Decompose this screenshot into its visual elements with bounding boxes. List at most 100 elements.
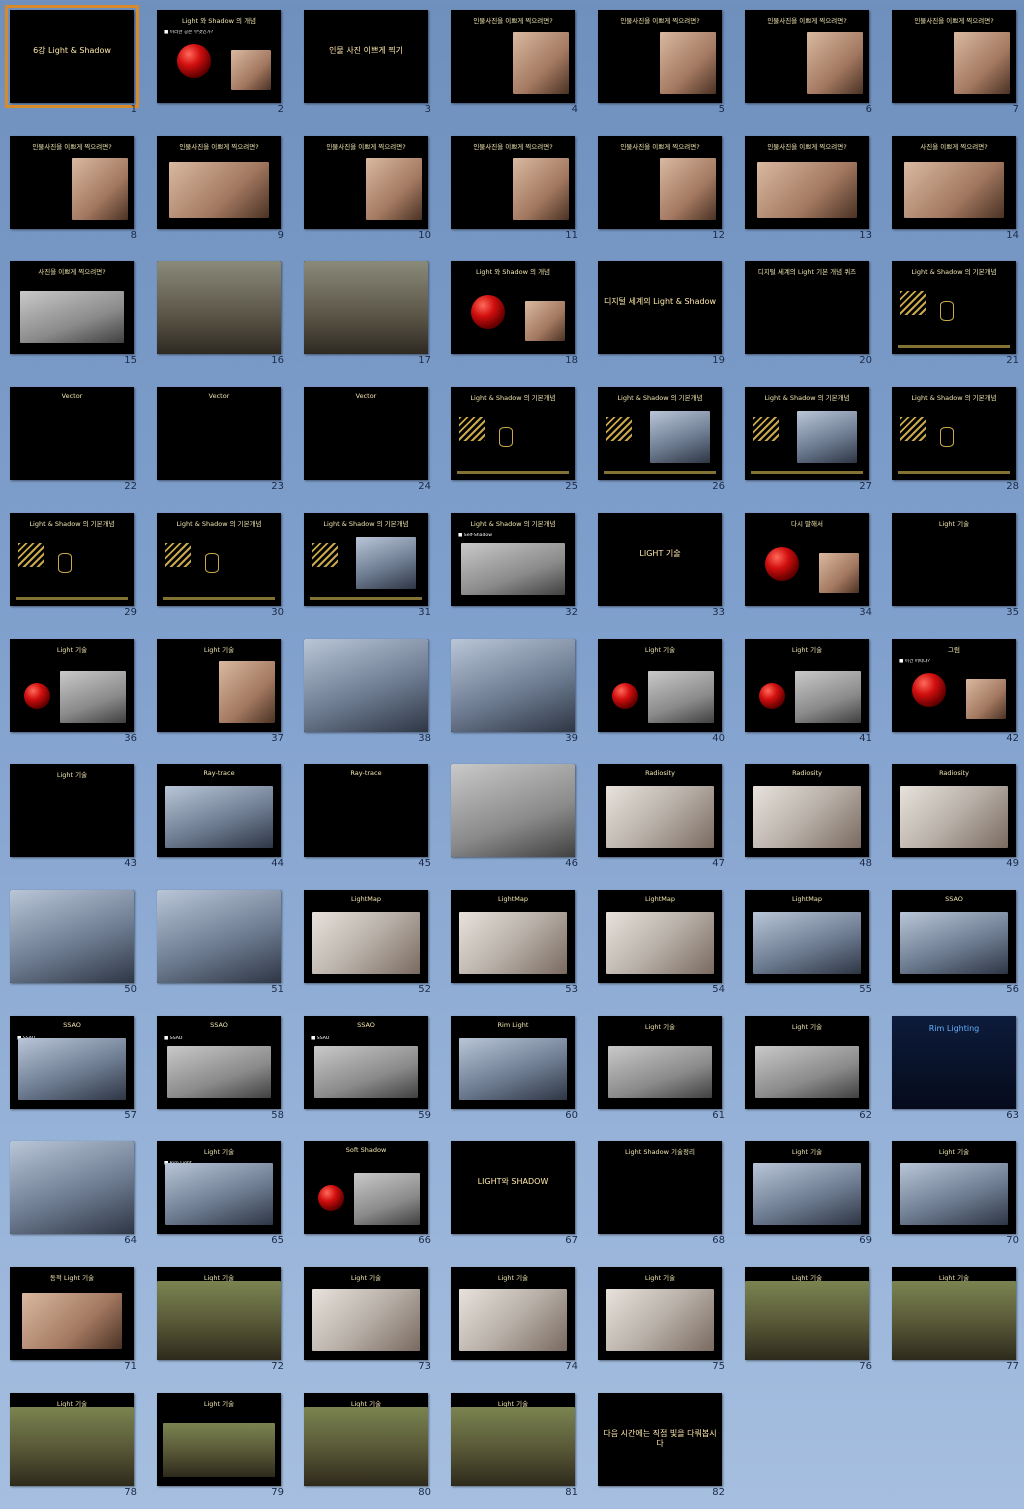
slide-thumbnail[interactable]: 사진을 이쁘게 찍으려면?	[10, 261, 134, 355]
slide-title: Vector	[355, 392, 377, 401]
slide-thumbnail[interactable]: Light Shadow 기술정리	[598, 1141, 722, 1235]
slide-thumbnail[interactable]: 동적 Light 기술	[10, 1267, 134, 1360]
slide-thumbnail[interactable]: 사진을 이쁘게 찍으려면?	[892, 135, 1016, 229]
slide-cell: 50	[0, 880, 147, 1005]
slide-thumbnail[interactable]: 인물사진을 이쁘게 찍으려면?	[745, 10, 869, 103]
slide-number: 73	[418, 1361, 431, 1372]
slide-thumbnail[interactable]: Light & Shadow 의 기본개념	[598, 387, 722, 481]
slide-thumbnail[interactable]: Ray-trace	[157, 764, 281, 858]
slide-thumbnail[interactable]: Light & Shadow 의 기본개념	[892, 261, 1016, 355]
slide-thumbnail[interactable]: Light & Shadow 의 기본개념	[451, 387, 575, 481]
render-image	[354, 1173, 420, 1226]
red-ball-image	[765, 546, 799, 581]
slide-sorter-grid: 6강 Light & Shadow 1 Light 와 Shadow 의 개념 ■ 이…	[0, 0, 1024, 1509]
slide-thumbnail[interactable]: SSAO■ SSAO	[157, 1015, 281, 1109]
slide-thumbnail[interactable]	[10, 889, 134, 983]
slide-thumbnail[interactable]: Rim Lighting	[892, 1015, 1016, 1109]
slide-thumbnail[interactable]: SSAO■ SSAO	[304, 1015, 428, 1109]
slide-thumbnail[interactable]: Light 기술	[598, 1015, 722, 1109]
slide-thumbnail[interactable]: Light 기술	[892, 1141, 1016, 1235]
slide-thumbnail[interactable]: Light 기술	[598, 1267, 722, 1360]
slide-thumbnail[interactable]: 디지털 세계의 Light & Shadow	[598, 261, 722, 355]
slide-thumbnail[interactable]: Light 기술	[451, 1392, 575, 1486]
slide-thumbnail[interactable]: Light 기술	[892, 1267, 1016, 1360]
slide-thumbnail[interactable]: 인물사진을 이쁘게 찍으려면?	[451, 135, 575, 229]
slide-thumbnail[interactable]: Vector	[10, 387, 134, 481]
slide-thumbnail[interactable]: Light 기술	[10, 764, 134, 858]
slide-thumbnail[interactable]: Light & Shadow 의 기본개념	[157, 512, 281, 606]
slide-thumbnail[interactable]: Light & Shadow 의 기본개념	[892, 387, 1016, 481]
slide-thumbnail[interactable]: Light 기술	[745, 1015, 869, 1109]
slide-number: 4	[571, 104, 578, 115]
slide-thumbnail[interactable]: SSAO■ SSAO	[10, 1015, 134, 1109]
slide-thumbnail[interactable]: 다음 시간에는 직접 빛을 다뤄봅시다	[598, 1392, 722, 1486]
slide-thumbnail[interactable]: Light 기술	[892, 512, 1016, 606]
slide-thumbnail[interactable]: Light 기술	[304, 1267, 428, 1360]
slide-thumbnail[interactable]	[157, 889, 281, 983]
slide-number: 77	[1006, 1361, 1019, 1372]
slide-thumbnail[interactable]: 다시 말해서	[745, 512, 869, 606]
slide-thumbnail[interactable]: Vector	[157, 387, 281, 481]
slide-thumbnail[interactable]: LIGHT와 SHADOW	[451, 1141, 575, 1235]
slide-thumbnail[interactable]: Light & Shadow 의 기본개념	[304, 512, 428, 606]
slide-number: 40	[712, 732, 725, 744]
slide-thumbnail[interactable]: Light & Shadow 의 기본개념	[745, 387, 869, 481]
slide-thumbnail[interactable]: Light 기술	[304, 638, 428, 732]
slide-thumbnail[interactable]: Light 기술	[10, 1392, 134, 1486]
slide-number: 33	[712, 606, 725, 618]
slide-thumbnail[interactable]: Light 기술	[451, 1267, 575, 1360]
slide-thumbnail[interactable]: 6강 Light & Shadow	[5, 5, 139, 108]
slide-thumbnail[interactable]: Light 기술	[304, 1392, 428, 1486]
slide-thumbnail[interactable]: Soft Shadow	[304, 1141, 428, 1235]
slide-thumbnail[interactable]: Light 기술■ Rim Light	[157, 1141, 281, 1235]
slide-thumbnail[interactable]	[10, 1141, 134, 1235]
slide-thumbnail[interactable]: Light 기술	[745, 1141, 869, 1235]
floor-line	[16, 596, 128, 600]
slide-cell: Light & Shadow 의 기본개념 28	[882, 377, 1024, 502]
slide-thumbnail[interactable]: Light 기술	[157, 1392, 281, 1486]
slide-title: 인물사진을 이쁘게 찍으려면?	[767, 142, 847, 151]
slide-thumbnail[interactable]: 인물사진을 이쁘게 찍으려면?	[598, 135, 722, 229]
slide-thumbnail[interactable]: Radiosity	[598, 764, 722, 858]
slide-number: 68	[712, 1235, 725, 1247]
slide-thumbnail[interactable]: 인물사진을 이쁘게 찍으려면?	[157, 135, 281, 229]
slide-thumbnail[interactable]: Radiosity	[892, 764, 1016, 858]
slide-thumbnail[interactable]: Light 기술	[745, 638, 869, 732]
slide-cell: 디지털 세계의 Light 기본 개념 퀴즈 20	[735, 251, 882, 376]
slide-thumbnail[interactable]: Light 기술	[745, 1267, 869, 1360]
slide-thumbnail[interactable]: 인물사진을 이쁘게 찍으려면?	[892, 10, 1016, 103]
slide-thumbnail[interactable]: LightMap	[304, 889, 428, 983]
slide-thumbnail[interactable]: LightMap	[745, 889, 869, 983]
slide-thumbnail[interactable]: LIGHT 기술	[598, 512, 722, 606]
slide-thumbnail[interactable]: 그럼 ■ 이건 어떠냐?	[892, 638, 1016, 732]
slide-thumbnail[interactable]	[451, 764, 575, 858]
slide-thumbnail[interactable]: 인물사진을 이쁘게 찍으려면?	[745, 135, 869, 229]
slide-thumbnail[interactable]: Radiosity	[745, 764, 869, 858]
light-rays-icon	[18, 542, 44, 567]
slide-thumbnail[interactable]: 디지털 세계의 Light 기본 개념 퀴즈	[745, 261, 869, 355]
slide-thumbnail[interactable]: Vector	[304, 387, 428, 481]
slide-thumbnail[interactable]: Light 기술	[451, 638, 575, 732]
slide-thumbnail[interactable]: Light & Shadow 의 기본개념	[10, 512, 134, 606]
slide-thumbnail[interactable]: Light 기술	[157, 638, 281, 732]
slide-thumbnail[interactable]	[304, 261, 428, 355]
slide-thumbnail[interactable]: Light 기술	[598, 638, 722, 732]
slide-number: 55	[859, 983, 872, 995]
slide-thumbnail[interactable]: Light & Shadow 의 기본개념 ■ Self-Shadow	[451, 512, 575, 606]
slide-thumbnail[interactable]: LightMap	[598, 889, 722, 983]
slide-thumbnail[interactable]: SSAO	[892, 889, 1016, 983]
slide-thumbnail[interactable]: 인물사진을 이쁘게 찍으려면?	[304, 135, 428, 229]
slide-thumbnail[interactable]: Rim Light	[451, 1015, 575, 1109]
slide-cell: Light 기술 75	[588, 1257, 735, 1382]
slide-thumbnail[interactable]: LightMap	[451, 889, 575, 983]
slide-thumbnail[interactable]: Ray-trace	[304, 764, 428, 858]
slide-thumbnail[interactable]: Light 와 Shadow 의 개념 ■ 이러한 공은 무엇인가?	[157, 10, 281, 103]
slide-thumbnail[interactable]: Light 기술	[10, 638, 134, 732]
slide-thumbnail[interactable]: 인물 사진 이쁘게 찍기	[304, 10, 428, 103]
slide-thumbnail[interactable]	[157, 261, 281, 355]
slide-thumbnail[interactable]: Light 기술	[157, 1267, 281, 1360]
slide-thumbnail[interactable]: Light 와 Shadow 의 개념	[451, 261, 575, 355]
slide-thumbnail[interactable]: 인물사진을 이쁘게 찍으려면?	[10, 135, 134, 229]
slide-thumbnail[interactable]: 인물사진을 이쁘게 찍으려면?	[598, 10, 722, 103]
slide-thumbnail[interactable]: 인물사진을 이쁘게 찍으려면?	[451, 10, 575, 103]
